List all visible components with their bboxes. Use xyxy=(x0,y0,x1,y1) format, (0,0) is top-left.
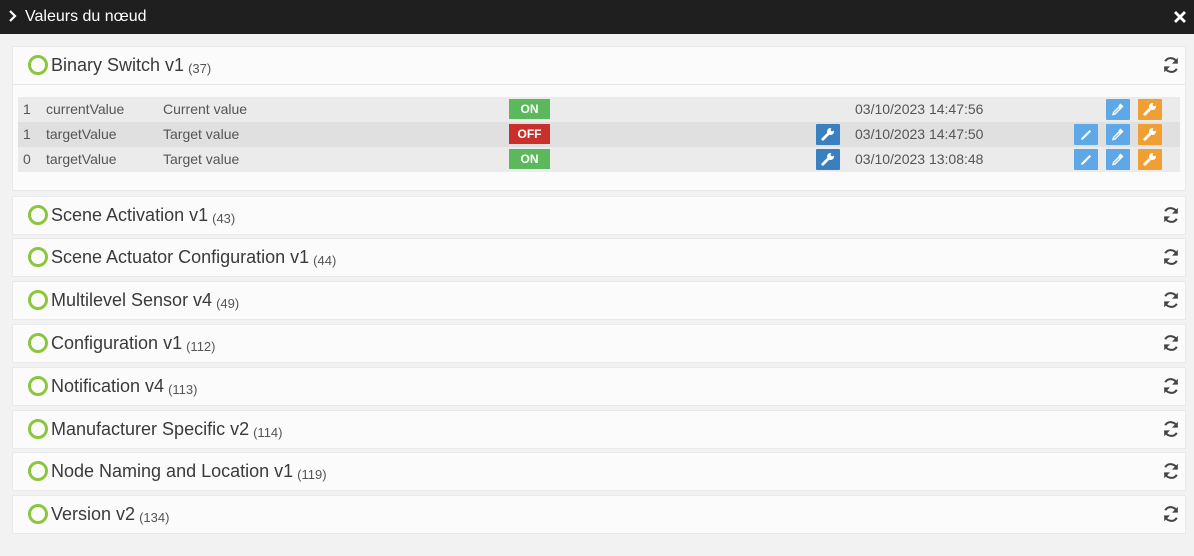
close-icon[interactable] xyxy=(1172,9,1188,25)
command-class-title: Binary Switch v1 (37) xyxy=(51,55,212,76)
refresh-icon[interactable] xyxy=(1161,461,1181,481)
status-ring-icon xyxy=(28,290,48,310)
command-class-header[interactable]: Notification v4 (113) xyxy=(13,368,1185,405)
refresh-icon[interactable] xyxy=(1161,504,1181,524)
value-name-cell: targetValue xyxy=(46,151,117,167)
status-ring-icon xyxy=(28,376,48,396)
command-class-panel: Configuration v1 (112) xyxy=(12,324,1186,363)
wrench-icon xyxy=(821,153,834,166)
pencil-icon xyxy=(1081,155,1091,165)
debug-button[interactable] xyxy=(1106,124,1130,145)
command-class-panel: Notification v4 (113) xyxy=(12,367,1186,406)
dropper-icon xyxy=(1112,103,1124,116)
config-button[interactable] xyxy=(1138,99,1162,120)
set-value-button[interactable] xyxy=(816,149,840,170)
command-class-header[interactable]: Multilevel Sensor v4 (49) xyxy=(13,282,1185,319)
updated-date: 03/10/2023 14:47:50 xyxy=(855,126,984,142)
updated-date: 03/10/2023 14:47:56 xyxy=(855,101,984,117)
value-name-cell: targetValue xyxy=(46,126,117,142)
refresh-icon[interactable] xyxy=(1161,290,1181,310)
refresh-icon[interactable] xyxy=(1161,247,1181,267)
command-class-panel: Scene Actuator Configuration v1 (44) xyxy=(12,238,1186,277)
edit-button[interactable] xyxy=(1074,149,1098,170)
status-ring-icon xyxy=(28,504,48,524)
pencil-icon xyxy=(1081,130,1091,140)
updated-date: 03/10/2023 13:08:48 xyxy=(855,151,984,167)
status-ring-icon xyxy=(28,419,48,439)
dropper-icon xyxy=(1112,128,1124,141)
command-class-header[interactable]: Node Naming and Location v1 (119) xyxy=(13,453,1185,490)
command-class-header[interactable]: Scene Actuator Configuration v1 (44) xyxy=(13,239,1185,276)
refresh-icon[interactable] xyxy=(1161,419,1181,439)
status-ring-icon xyxy=(28,333,48,353)
wrench-icon xyxy=(1143,153,1156,166)
command-class-title: Manufacturer Specific v2 (114) xyxy=(51,419,283,440)
value-label-cell: Target value xyxy=(163,151,240,167)
command-class-title: Scene Activation v1 (43) xyxy=(51,205,236,226)
command-class-panel: Version v2 (134) xyxy=(12,495,1186,534)
command-class-header[interactable]: Configuration v1 (112) xyxy=(13,325,1185,362)
config-button[interactable] xyxy=(1138,124,1162,145)
command-class-title: Configuration v1 (112) xyxy=(51,333,216,354)
value-row: 1 targetValue Target value OFF 03/10/202… xyxy=(18,122,1180,147)
window-title: Valeurs du nœud xyxy=(25,8,147,25)
state-on-badge[interactable]: ON xyxy=(509,99,550,119)
refresh-icon[interactable] xyxy=(1161,205,1181,225)
command-class-panel: Scene Activation v1 (43) xyxy=(12,196,1186,235)
chevron-right-icon[interactable] xyxy=(7,8,19,24)
value-label-cell: Target value xyxy=(163,126,240,142)
wrench-icon xyxy=(1143,128,1156,141)
state-off-badge[interactable]: OFF xyxy=(509,124,550,144)
command-class-title: Notification v4 (113) xyxy=(51,376,198,397)
command-class-header[interactable]: Scene Activation v1 (43) xyxy=(13,197,1185,234)
command-class-header[interactable]: Binary Switch v1 (37) xyxy=(13,47,1185,84)
command-class-title: Scene Actuator Configuration v1 (44) xyxy=(51,247,337,268)
edit-button[interactable] xyxy=(1074,124,1098,145)
debug-button[interactable] xyxy=(1106,149,1130,170)
values-table: 1 currentValue Current value ON 03/10/20… xyxy=(13,84,1185,190)
wrench-icon xyxy=(821,128,834,141)
command-class-panel: Multilevel Sensor v4 (49) xyxy=(12,281,1186,320)
instance-cell: 0 xyxy=(23,151,31,167)
value-row: 1 currentValue Current value ON 03/10/20… xyxy=(18,97,1180,122)
status-ring-icon xyxy=(28,205,48,225)
command-class-title: Multilevel Sensor v4 (49) xyxy=(51,290,240,311)
window-titlebar: Valeurs du nœud xyxy=(0,0,1194,34)
set-value-button[interactable] xyxy=(816,124,840,145)
refresh-icon[interactable] xyxy=(1161,333,1181,353)
command-class-header[interactable]: Manufacturer Specific v2 (114) xyxy=(13,411,1185,448)
state-on-badge[interactable]: ON xyxy=(509,149,550,169)
debug-button[interactable] xyxy=(1106,99,1130,120)
status-ring-icon xyxy=(28,461,48,481)
command-class-panel: Binary Switch v1 (37) 1 currentValue Curr… xyxy=(12,46,1186,191)
refresh-icon[interactable] xyxy=(1161,376,1181,396)
command-class-panel: Node Naming and Location v1 (119) xyxy=(12,452,1186,491)
config-button[interactable] xyxy=(1138,149,1162,170)
refresh-icon[interactable] xyxy=(1161,55,1181,75)
command-class-title: Version v2 (134) xyxy=(51,504,170,525)
status-ring-icon xyxy=(28,55,48,75)
instance-cell: 1 xyxy=(23,126,31,142)
dropper-icon xyxy=(1112,153,1124,166)
wrench-icon xyxy=(1143,103,1156,116)
status-ring-icon xyxy=(28,247,48,267)
value-label-cell: Current value xyxy=(163,101,248,117)
value-row: 0 targetValue Target value ON 03/10/2023… xyxy=(18,147,1180,172)
instance-cell: 1 xyxy=(23,101,31,117)
command-class-header[interactable]: Version v2 (134) xyxy=(13,496,1185,533)
value-name-cell: currentValue xyxy=(46,101,125,117)
command-class-title: Node Naming and Location v1 (119) xyxy=(51,461,327,482)
command-class-panel: Manufacturer Specific v2 (114) xyxy=(12,410,1186,449)
